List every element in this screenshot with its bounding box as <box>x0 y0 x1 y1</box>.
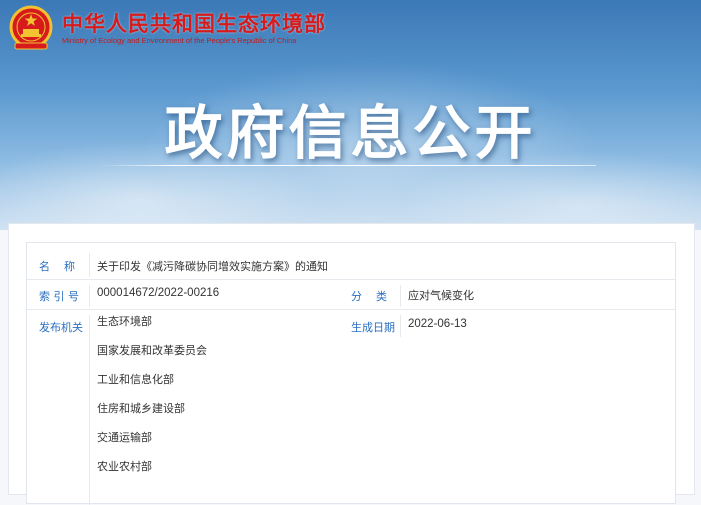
label-divider <box>400 285 401 307</box>
title-divider <box>100 165 596 166</box>
info-row-index: 索 引 号 000014672/2022-00216 分 类 应对气候变化 <box>27 279 675 310</box>
index-label: 索 引 号 <box>39 290 79 303</box>
date-value: 2022-06-13 <box>408 318 467 330</box>
list-item: 工业和信息化部 <box>97 373 174 386</box>
ministry-name-cn[interactable]: 中华人民共和国生态环境部 <box>62 8 326 38</box>
label-divider <box>89 285 90 307</box>
list-item: 农业农村部 <box>97 460 152 473</box>
list-item: 生态环境部 <box>97 315 152 328</box>
label-divider <box>89 315 90 505</box>
list-item: 国家发展和改革委员会 <box>97 344 207 357</box>
page-title: 政府信息公开 <box>164 99 537 167</box>
document-title-value: 关于印发《减污降碳协同增效实施方案》的通知 <box>97 260 328 273</box>
label-divider <box>400 315 401 337</box>
category-label: 分 类 <box>351 290 387 303</box>
issuer-list: 生态环境部 国家发展和改革委员会 工业和信息化部 住房和城乡建设部 交通运输部 … <box>97 315 207 489</box>
list-item: 住房和城乡建设部 <box>97 402 185 415</box>
index-number-value: 000014672/2022-00216 <box>97 287 220 299</box>
document-info-table: 名 称 关于印发《减污降碳协同增效实施方案》的通知 索 引 号 00001467… <box>26 242 676 505</box>
list-item: 交通运输部 <box>97 431 152 444</box>
ministry-name-en[interactable]: Ministry of Ecology and Environment of t… <box>62 36 296 45</box>
category-value: 应对气候变化 <box>408 289 474 302</box>
label-divider <box>89 253 90 277</box>
date-label: 生成日期 <box>351 321 395 334</box>
national-emblem-icon[interactable] <box>8 5 54 53</box>
issuer-label: 发布机关 <box>39 321 83 334</box>
header-banner: 中华人民共和国生态环境部 Ministry of Ecology and Env… <box>0 0 701 230</box>
name-label: 名 称 <box>39 260 75 273</box>
info-row-name: 名 称 关于印发《减污降碳协同增效实施方案》的通知 <box>27 243 675 280</box>
